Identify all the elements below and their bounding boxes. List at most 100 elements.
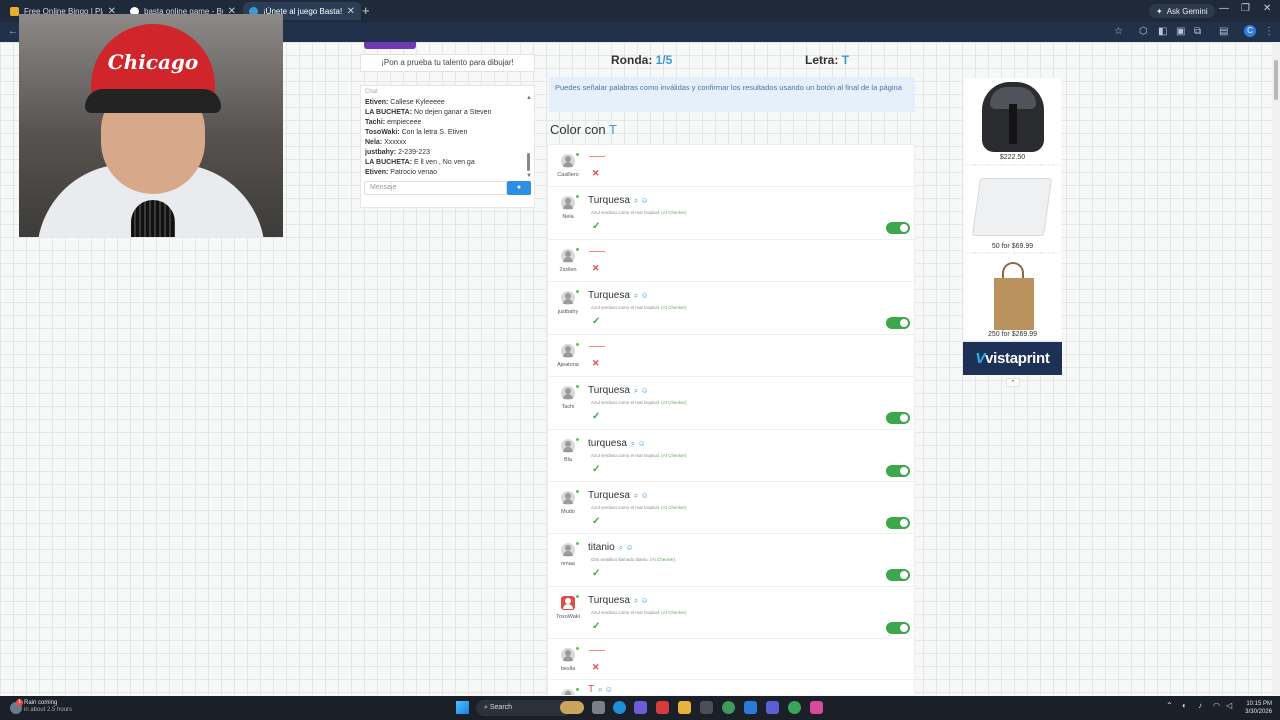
mic-tray-icon[interactable]: ♪ — [1198, 701, 1202, 710]
maximize-icon[interactable]: ❐ — [1241, 3, 1250, 14]
hint-text: Azul verdoso como el mar tropical. — [591, 610, 661, 615]
search-icon[interactable]: ⌕ ☺ — [634, 291, 649, 300]
empty-answer-line — [589, 156, 605, 157]
vscode-icon[interactable] — [744, 701, 757, 714]
webcam-cap-brim — [85, 89, 221, 113]
search-icon[interactable]: ⌕ ☺ — [634, 196, 649, 205]
player-name: Ajeatona — [557, 362, 579, 368]
validity-toggle[interactable] — [886, 412, 910, 424]
answer-word-text: Turquesa — [588, 490, 630, 501]
validity-toggle[interactable] — [886, 222, 910, 234]
scroll-thumb[interactable] — [527, 153, 530, 171]
weather-widget[interactable]: Rain coming in about 2.5 hours — [24, 700, 72, 714]
validity-toggle[interactable] — [886, 317, 910, 329]
chat-text: Callese Kyleeeee — [390, 99, 445, 106]
player-avatar-icon — [561, 386, 575, 400]
letter-label: Letra: — [805, 53, 839, 67]
check-icon: ✓ — [592, 316, 601, 327]
gemini-sparkle-icon: ✦ — [1156, 6, 1163, 16]
ad-plastic-bag[interactable]: 50 for $69.99 — [964, 166, 1061, 252]
validity-toggle[interactable] — [886, 517, 910, 529]
player-avatar-icon — [561, 154, 575, 168]
file-explorer-icon[interactable] — [678, 701, 691, 714]
hint-text: Azul verdoso como el mar tropical. — [591, 453, 661, 458]
player-avatar-icon — [561, 596, 575, 610]
page-scrollbar[interactable] — [1272, 42, 1280, 695]
app-icon[interactable] — [656, 701, 669, 714]
taskbar-clock[interactable]: 10:15 PM 3/30/2026 — [1240, 700, 1272, 716]
account-avatar[interactable]: C — [1244, 25, 1256, 37]
new-tab-button[interactable]: + — [362, 3, 370, 18]
widgets-icon[interactable] — [560, 701, 584, 714]
empty-answer-line — [589, 650, 605, 651]
weather-rain-icon[interactable]: 1 — [10, 699, 23, 714]
extensions-puzzle-icon[interactable]: ⧉ — [1194, 26, 1201, 37]
chat-message-input[interactable]: Mensaje — [364, 181, 507, 195]
online-dot-icon — [576, 195, 579, 198]
validity-toggle[interactable] — [886, 465, 910, 477]
validity-toggle[interactable] — [886, 569, 910, 581]
minimize-icon[interactable]: — — [1219, 3, 1229, 14]
player-avatar-icon — [561, 648, 575, 662]
close-window-icon[interactable]: ✕ — [1263, 3, 1271, 14]
chrome-profile-icon[interactable] — [788, 701, 801, 714]
ai-checker-label: (AI Checker) — [650, 557, 676, 562]
player-name: Nela — [562, 214, 574, 220]
chevron-up-icon[interactable]: ⌃ — [1006, 378, 1020, 387]
answer-word-text: titanio — [588, 542, 615, 553]
edge-icon[interactable] — [613, 701, 626, 714]
weather-sub: in about 2.5 hours — [24, 707, 73, 713]
app-icon[interactable] — [810, 701, 823, 714]
page-scroll-thumb[interactable] — [1274, 60, 1278, 100]
invalid-x-icon: ✕ — [592, 662, 600, 672]
bookmark-star-icon[interactable]: ☆ — [1114, 26, 1123, 37]
back-arrow-icon[interactable]: ← — [8, 26, 18, 37]
tray-icon[interactable]: ◐ — [1182, 701, 1187, 710]
draw-game-logo[interactable] — [364, 42, 416, 49]
app-icon[interactable] — [766, 701, 779, 714]
ad-backpack[interactable]: $222.50 — [964, 78, 1061, 164]
online-dot-icon — [576, 248, 579, 251]
search-icon[interactable]: ⌕ ☺ — [634, 596, 649, 605]
sidebar-icon[interactable]: ▤ — [1219, 26, 1228, 37]
scroll-up-icon[interactable]: ▲ — [526, 95, 532, 101]
backpack-image-strap — [1009, 104, 1017, 144]
search-icon[interactable]: ⌕ ☺ — [598, 685, 613, 694]
answer-row: T ⌕ ☺ — [548, 680, 916, 695]
volume-icon[interactable]: ◁ — [1226, 701, 1232, 710]
windows-start-icon[interactable] — [456, 701, 469, 714]
close-icon[interactable]: ✕ — [347, 6, 355, 17]
store-icon[interactable] — [700, 701, 713, 714]
answer-word-text: T — [588, 684, 595, 695]
extension-icon[interactable]: ▣ — [1176, 26, 1185, 37]
online-dot-icon — [576, 343, 579, 346]
vistaprint-logo[interactable]: Vvistaprint — [963, 342, 1062, 375]
chrome-icon[interactable] — [722, 701, 735, 714]
chat-scrollbar[interactable]: ▲ ▼ — [526, 95, 532, 179]
search-icon[interactable]: ⌕ ☺ — [619, 543, 634, 552]
search-icon[interactable]: ⌕ ☺ — [631, 439, 646, 448]
draw-challenge-button[interactable]: ¡Pon a prueba tu talento para dibujar! — [360, 54, 535, 72]
validity-toggle[interactable] — [886, 622, 910, 634]
app-icon[interactable] — [634, 701, 647, 714]
ask-gemini-button[interactable]: ✦ Ask Gemini — [1149, 4, 1215, 18]
round-value: 1/5 — [655, 53, 673, 67]
chat-text: No dejen ganar a Steven — [414, 109, 492, 116]
search-icon[interactable]: ⌕ ☺ — [634, 491, 649, 500]
scroll-down-icon[interactable]: ▼ — [526, 173, 532, 179]
ai-checker-label: (AI Checker) — [661, 305, 687, 310]
extension-icon[interactable]: ◧ — [1158, 26, 1167, 37]
ad-kraft-bag[interactable]: 250 for $269.99 — [964, 254, 1061, 340]
invalid-x-icon: ✕ — [592, 263, 600, 273]
tray-chevron-icon[interactable]: ⌃ — [1166, 701, 1173, 710]
answer-row: Bla turquesa ⌕ ☺ Azul verdoso como el mar t… — [548, 430, 916, 482]
wifi-icon[interactable]: ◠ — [1213, 701, 1220, 710]
answer-hint: Azul verdoso como el mar tropical. (AI C… — [591, 505, 687, 510]
extension-icon[interactable]: ⬡ — [1139, 26, 1148, 37]
menu-dots-icon[interactable]: ⋮ — [1264, 26, 1274, 37]
search-icon[interactable]: ⌕ ☺ — [634, 386, 649, 395]
taskbar-search[interactable]: ⌕ Search — [476, 700, 572, 716]
check-icon: ✓ — [592, 516, 601, 527]
task-view-icon[interactable] — [592, 701, 605, 714]
chat-send-button[interactable]: ● — [507, 181, 531, 195]
